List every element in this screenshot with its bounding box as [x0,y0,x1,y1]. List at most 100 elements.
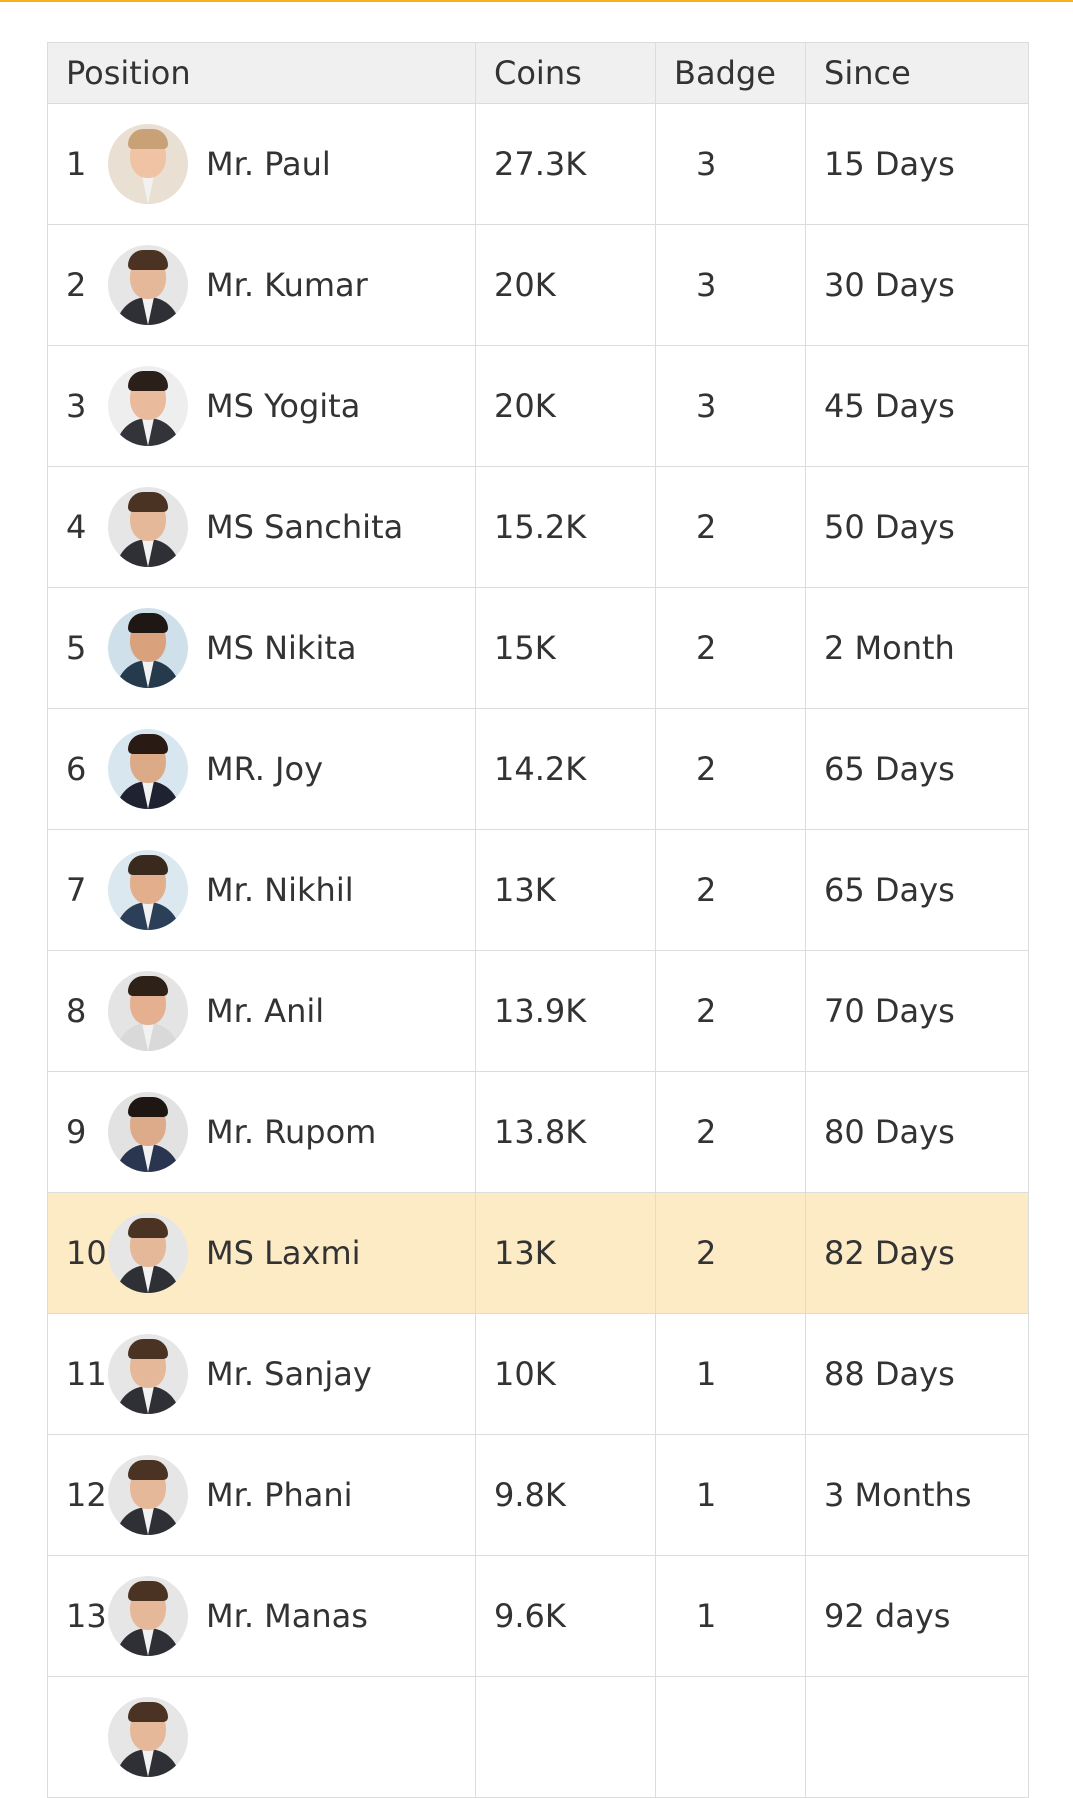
since-cell: 15 Days [805,103,1029,225]
leaderboard-body: 1 Mr. Paul 27.3K 3 15 Days 2 Mr. Kumar 20K 3 30 D… [47,103,1029,1798]
coins-cell: 27.3K [475,103,656,225]
coins-cell: 15K [475,587,656,709]
badge-cell: 1 [655,1555,806,1677]
coins-cell: 13K [475,829,656,951]
badge-cell: 2 [655,466,806,588]
since-cell: 88 Days [805,1313,1029,1435]
table-row[interactable]: 2 Mr. Kumar 20K 3 30 Days [47,224,1029,346]
avatar-man-glasses-icon[interactable] [108,1697,188,1777]
avatar-woman-glasses-icon[interactable] [108,729,188,809]
rank-number: 13 [66,1597,107,1635]
rank-number: 4 [66,508,87,546]
avatar-man-suit-icon[interactable] [108,850,188,930]
user-name: Mr. Sanjay [206,1355,372,1393]
table-row[interactable]: 7 Mr. Nikhil 13K 2 65 Days [47,829,1029,951]
table-row[interactable]: 11 Mr. Sanjay 10K 1 88 Days [47,1313,1029,1435]
position-wrap: 10 MS Laxmi [66,1213,475,1293]
badge-cell: 1 [655,1313,806,1435]
avatar-man-smiling-icon[interactable] [108,366,188,446]
column-header-position[interactable]: Position [47,42,476,104]
avatar-man-portrait-icon[interactable] [108,971,188,1051]
since-cell: 50 Days [805,466,1029,588]
position-cell: 1 Mr. Paul [47,103,476,225]
since-cell: 92 days [805,1555,1029,1677]
table-row[interactable]: 13 Mr. Manas 9.6K 1 92 days [47,1555,1029,1677]
avatar-hair [128,613,168,633]
avatar-man-office-icon[interactable] [108,608,188,688]
position-wrap: 9 Mr. Rupom [66,1092,475,1172]
avatar-man-beard-icon[interactable] [108,1092,188,1172]
avatar-hair [128,734,168,754]
badge-cell: 2 [655,829,806,951]
table-row[interactable]: 10 MS Laxmi 13K 2 82 Days [47,1192,1029,1314]
coins-cell: 15.2K [475,466,656,588]
badge-cell: 3 [655,103,806,225]
header-row: Position Coins Badge Since [47,42,1029,104]
since-cell: 70 Days [805,950,1029,1072]
coins-cell: 13.8K [475,1071,656,1193]
position-cell: 4 MS Sanchita [47,466,476,588]
position-cell [47,1676,476,1798]
rank-number: 8 [66,992,87,1030]
avatar-man-glasses-icon[interactable] [108,1455,188,1535]
coins-cell: 14.2K [475,708,656,830]
avatar-woman-blonde-icon[interactable] [108,124,188,204]
since-cell: 65 Days [805,829,1029,951]
column-header-since[interactable]: Since [805,42,1029,104]
since-cell: 82 Days [805,1192,1029,1314]
table-row[interactable]: 4 MS Sanchita 15.2K 2 50 Days [47,466,1029,588]
table-row[interactable]: 12 Mr. Phani 9.8K 1 3 Months [47,1434,1029,1556]
leaderboard-table: Position Coins Badge Since 1 Mr. Paul 27.3… [47,42,1029,1798]
coins-cell: 10K [475,1313,656,1435]
rank-number: 9 [66,1113,87,1151]
badge-cell: 2 [655,587,806,709]
top-accent-bar [0,0,1073,2]
table-row[interactable]: 1 Mr. Paul 27.3K 3 15 Days [47,103,1029,225]
table-row[interactable]: 9 Mr. Rupom 13.8K 2 80 Days [47,1071,1029,1193]
badge-cell: 2 [655,1071,806,1193]
position-cell: 11 Mr. Sanjay [47,1313,476,1435]
since-cell: 45 Days [805,345,1029,467]
position-wrap: 6 MR. Joy [66,729,475,809]
position-wrap: 4 MS Sanchita [66,487,475,567]
column-header-coins[interactable]: Coins [475,42,656,104]
avatar-man-glasses-icon[interactable] [108,245,188,325]
avatar-man-glasses-icon[interactable] [108,1213,188,1293]
column-header-badge[interactable]: Badge [655,42,806,104]
badge-cell: 3 [655,345,806,467]
since-cell: 30 Days [805,224,1029,346]
position-wrap: 11 Mr. Sanjay [66,1334,475,1414]
leaderboard-header: Position Coins Badge Since [47,42,1029,104]
user-name: MS Nikita [206,629,357,667]
table-row[interactable]: 3 MS Yogita 20K 3 45 Days [47,345,1029,467]
since-cell: 2 Month [805,587,1029,709]
avatar-man-glasses-icon[interactable] [108,1576,188,1656]
coins-cell: 20K [475,224,656,346]
position-cell: 2 Mr. Kumar [47,224,476,346]
avatar-man-glasses-icon[interactable] [108,487,188,567]
avatar-hair [128,855,168,875]
position-cell: 5 MS Nikita [47,587,476,709]
rank-number: 5 [66,629,87,667]
table-row[interactable]: 6 MR. Joy 14.2K 2 65 Days [47,708,1029,830]
rank-number: 3 [66,387,87,425]
position-wrap: 2 Mr. Kumar [66,245,475,325]
coins-cell: 9.8K [475,1434,656,1556]
coins-cell: 13.9K [475,950,656,1072]
table-row[interactable]: 5 MS Nikita 15K 2 2 Month [47,587,1029,709]
user-name: Mr. Anil [206,992,325,1030]
position-cell: 13 Mr. Manas [47,1555,476,1677]
avatar-man-glasses-icon[interactable] [108,1334,188,1414]
user-name: Mr. Kumar [206,266,368,304]
badge-cell: 2 [655,950,806,1072]
position-cell: 12 Mr. Phani [47,1434,476,1556]
position-wrap: 7 Mr. Nikhil [66,850,475,930]
avatar-hair [128,492,168,512]
table-row[interactable]: 8 Mr. Anil 13.9K 2 70 Days [47,950,1029,1072]
user-name: MS Laxmi [206,1234,361,1272]
position-cell: 8 Mr. Anil [47,950,476,1072]
table-row[interactable] [47,1676,1029,1798]
avatar-hair [128,1218,168,1238]
position-cell: 9 Mr. Rupom [47,1071,476,1193]
user-name: Mr. Rupom [206,1113,377,1151]
